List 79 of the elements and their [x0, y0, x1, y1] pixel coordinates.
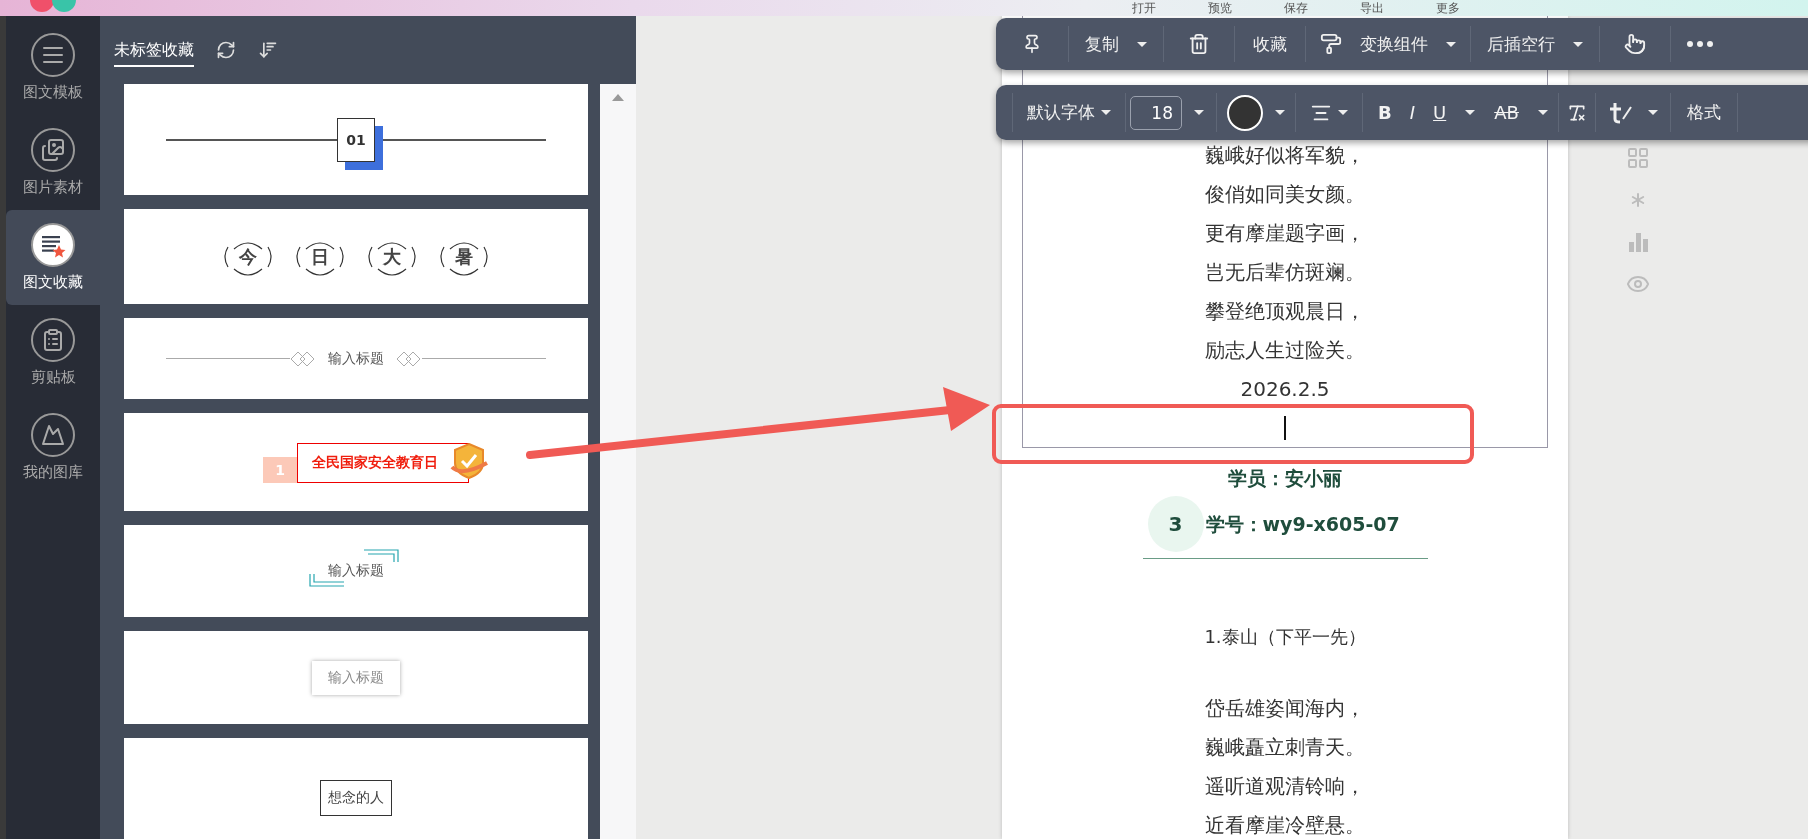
copy-button[interactable]: 复制 [1069, 18, 1163, 70]
template-card[interactable]: 今 日 大 暑 [124, 209, 588, 304]
title-placeholder: 输入标题 [312, 660, 400, 695]
student-id: 学号：wy9-x605-07 [1205, 512, 1400, 537]
panel-tab[interactable]: 未标签收藏 [114, 33, 194, 67]
font-dropdown[interactable]: 默认字体 [1013, 85, 1125, 140]
template-card[interactable]: 1 全民国家安全教育日 [124, 413, 588, 511]
number-badge: 3 [1147, 496, 1204, 552]
poem-line: 岱岳雄姿闻海内， [1205, 695, 1365, 722]
more-icon [1687, 41, 1713, 47]
caret-icon [1338, 110, 1348, 115]
image-icon [41, 138, 65, 162]
menu-item[interactable]: 更多 [1436, 0, 1460, 16]
strikethrough-button[interactable]: AB [1485, 102, 1528, 123]
caret-icon [1275, 110, 1285, 115]
text-cursor [1284, 416, 1286, 440]
shield-check-icon [449, 441, 489, 481]
sort-icon[interactable] [258, 40, 278, 60]
scroll-up-arrow[interactable] [612, 94, 624, 101]
menu-item[interactable]: 预览 [1208, 0, 1232, 16]
caret-icon [1465, 110, 1476, 115]
sidebar-item[interactable]: 图文收藏 [6, 210, 100, 305]
transform-button[interactable]: 变换组件 [1306, 18, 1470, 70]
poem-line: 更有摩崖题字画， [1205, 220, 1365, 247]
poem-line: 攀登绝顶观晨日， [1205, 298, 1365, 325]
poem-line: 巍峨矗立刺青天。 [1205, 734, 1365, 761]
hand-pointer-icon [1624, 33, 1646, 55]
caret-icon [1446, 41, 1456, 47]
poem-line: 近看摩崖冷壁悬。 [1205, 812, 1365, 839]
caret-icon [1194, 110, 1204, 115]
poem-line: 励志人生过险关。 [1205, 337, 1365, 364]
mountain-icon [41, 423, 65, 447]
poem-line: 巍峨好似将军貌， [1205, 142, 1365, 169]
title-placeholder: 输入标题 [328, 349, 384, 368]
sidebar-item[interactable]: 剪贴板 [6, 305, 100, 400]
favorite-button[interactable]: 收藏 [1235, 18, 1305, 70]
template-card[interactable]: 01 [124, 84, 588, 195]
date-line: 2026.2.5 [1240, 376, 1330, 403]
format-button[interactable]: 格式 [1670, 85, 1737, 140]
caret-icon [1647, 110, 1658, 115]
framed-title: 想念的人 [320, 780, 392, 816]
ornament-char: 日 [311, 244, 329, 269]
diamond-icon [396, 350, 422, 367]
font-size-field[interactable]: 18 [1130, 95, 1182, 130]
title-placeholder: 输入标题 [328, 562, 384, 580]
text-pen-icon [1607, 100, 1634, 125]
student-name: 学员：安小丽 [1228, 466, 1342, 491]
pin-icon [1022, 34, 1042, 54]
refresh-icon[interactable] [216, 40, 236, 60]
paint-roller-icon [1320, 33, 1342, 55]
menu-item[interactable]: 导出 [1360, 0, 1384, 16]
caret-icon [1137, 41, 1147, 47]
underline-button[interactable]: U [1424, 102, 1456, 123]
ornament-char: 暑 [455, 244, 473, 269]
ornament-char: 大 [383, 244, 401, 269]
bold-button[interactable]: B [1369, 102, 1401, 123]
menu-item[interactable]: 保存 [1284, 0, 1308, 16]
sidebar-item[interactable]: 我的图库 [6, 400, 100, 495]
poem-line: 俊俏如同美女颜。 [1205, 181, 1365, 208]
clipboard-icon [41, 328, 65, 352]
menu-item[interactable]: 打开 [1132, 0, 1156, 16]
poem-line: 岂无后辈仿斑斓。 [1205, 259, 1365, 286]
sidebar-item[interactable]: 图文模板 [6, 20, 100, 115]
sidebar-item[interactable]: 图片素材 [6, 115, 100, 210]
ornament-char: 今 [239, 244, 257, 269]
diamond-icon [290, 350, 316, 367]
trash-icon [1188, 33, 1210, 55]
insert-row-button[interactable]: 后插空行 [1471, 18, 1599, 70]
poem-line: 遥听道观清铃响， [1205, 773, 1365, 800]
template-card[interactable]: 输入标题 [124, 318, 588, 399]
italic-button[interactable]: I [1400, 102, 1425, 123]
caret-icon [1537, 110, 1548, 115]
caret-icon [1101, 110, 1111, 115]
template-card[interactable]: 输入标题 [124, 525, 588, 617]
template-card[interactable]: 输入标题 [124, 631, 588, 724]
number-tag: 1 [263, 457, 297, 483]
caret-icon [1573, 41, 1583, 47]
poem-title: 1.泰山（下平一先） [1204, 625, 1366, 649]
template-card[interactable]: 想念的人 [124, 738, 588, 839]
